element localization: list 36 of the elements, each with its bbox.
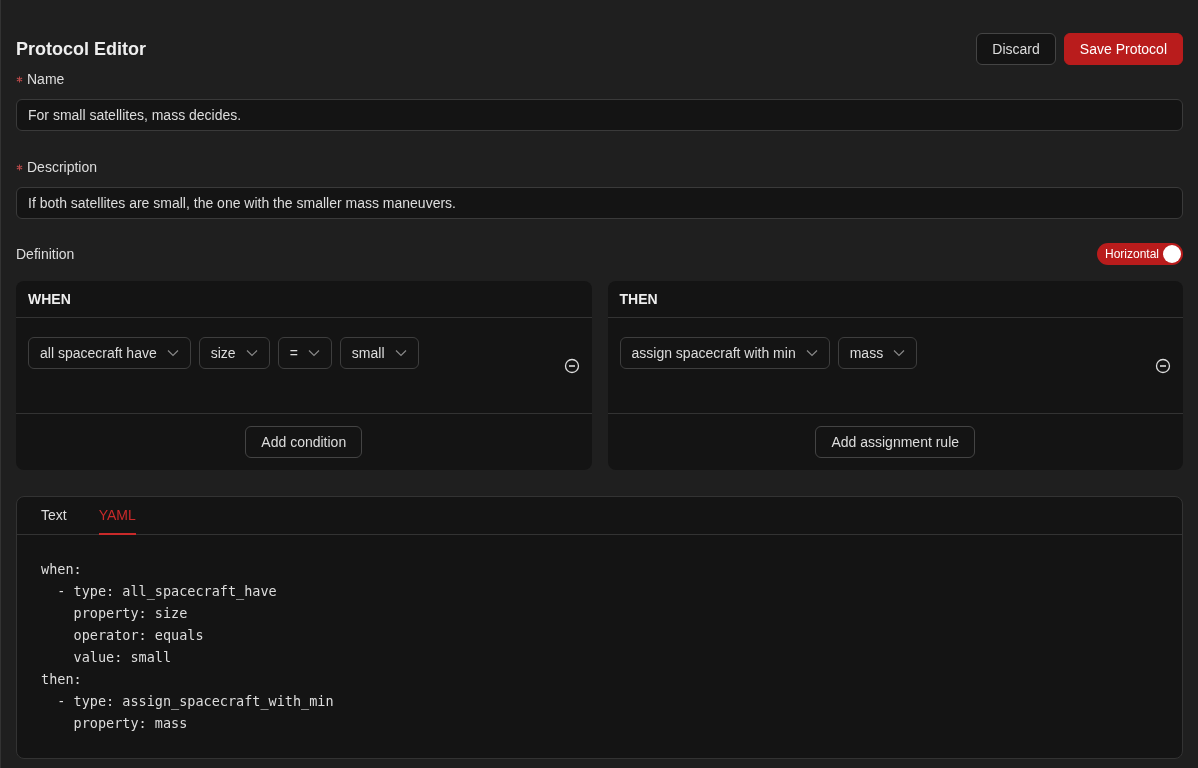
code-line: - type: all_spacecraft_have	[56, 582, 278, 602]
dropdown[interactable]: small	[339, 337, 419, 369]
add-button[interactable]: Add assignment rule	[815, 426, 976, 458]
code-line: property: size	[72, 604, 189, 623]
add-button[interactable]: Add condition	[245, 426, 363, 458]
save-button[interactable]: Save Protocol	[1063, 33, 1183, 65]
dropdown[interactable]: size	[198, 337, 270, 369]
section-label: Definition	[16, 244, 75, 264]
code-line: property: mass	[72, 714, 189, 733]
dropdown[interactable]: all spacecraft have	[28, 337, 191, 369]
panel-title: THEN	[619, 289, 658, 309]
text-field[interactable]: If both satellites are small, the one with the smaller mass maneuvers.	[16, 187, 1183, 219]
remove-icon[interactable]	[563, 358, 580, 374]
dropdown[interactable]: mass	[837, 337, 918, 369]
panel-title: WHEN	[28, 289, 71, 309]
text-field[interactable]: For small satellites, mass decides.	[16, 99, 1183, 131]
code-line: - type: assign_spacecraft_with_min	[56, 692, 335, 712]
dropdown[interactable]: =	[277, 337, 332, 369]
chevron-down-icon	[893, 349, 906, 357]
page-title: Protocol Editor	[16, 38, 146, 61]
dropdown[interactable]: assign spacecraft with min	[619, 337, 830, 369]
discard-button[interactable]: Discard	[976, 33, 1056, 65]
chevron-down-icon	[245, 349, 258, 357]
field-label: Description	[27, 158, 98, 177]
tab[interactable]: Text	[41, 497, 67, 535]
layout-toggle[interactable]: Horizontal	[1096, 243, 1183, 265]
chevron-down-icon	[166, 349, 179, 357]
code-line: then:	[41, 670, 83, 689]
remove-icon[interactable]	[1155, 358, 1171, 374]
chevron-down-icon	[394, 349, 407, 357]
chevron-down-icon	[805, 349, 818, 357]
code-line: operator: equals	[72, 626, 205, 645]
code-line: value: small	[72, 648, 173, 667]
field-label: Name	[27, 70, 65, 89]
chevron-down-icon	[307, 349, 320, 357]
code-line: when:	[41, 560, 83, 579]
